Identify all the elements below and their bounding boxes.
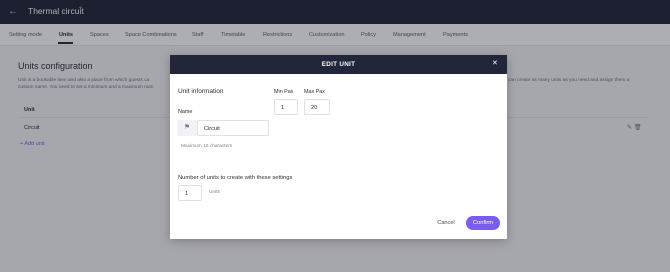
flag-icon[interactable]: ⚑	[177, 120, 197, 136]
units-count-title: Number of units to create with these set…	[178, 175, 293, 181]
units-count-field[interactable]: 1	[178, 185, 202, 201]
max-pax-field[interactable]: 20	[304, 99, 330, 115]
name-label: Name	[178, 109, 193, 115]
cancel-button[interactable]: Cancel	[431, 217, 461, 230]
max-pax-label: Max Pax	[304, 89, 325, 95]
name-field[interactable]: Circuit	[197, 120, 269, 136]
dialog-header: EDIT UNIT ✕	[170, 55, 507, 74]
unit-information-title: Unit information	[178, 88, 224, 95]
close-icon[interactable]: ✕	[492, 60, 498, 68]
units-suffix: Units	[209, 190, 220, 195]
min-pax-label: Min Pax	[274, 89, 294, 95]
dialog-title: EDIT UNIT	[321, 61, 356, 68]
min-pax-value: 1	[281, 105, 285, 111]
name-hint: Maximum 10 characters	[181, 144, 233, 149]
units-count-value: 1	[185, 191, 189, 197]
name-value: Circuit	[204, 126, 220, 132]
confirm-button[interactable]: Confirm	[466, 216, 500, 230]
max-pax-value: 20	[311, 105, 318, 111]
min-pax-field[interactable]: 1	[274, 99, 298, 115]
